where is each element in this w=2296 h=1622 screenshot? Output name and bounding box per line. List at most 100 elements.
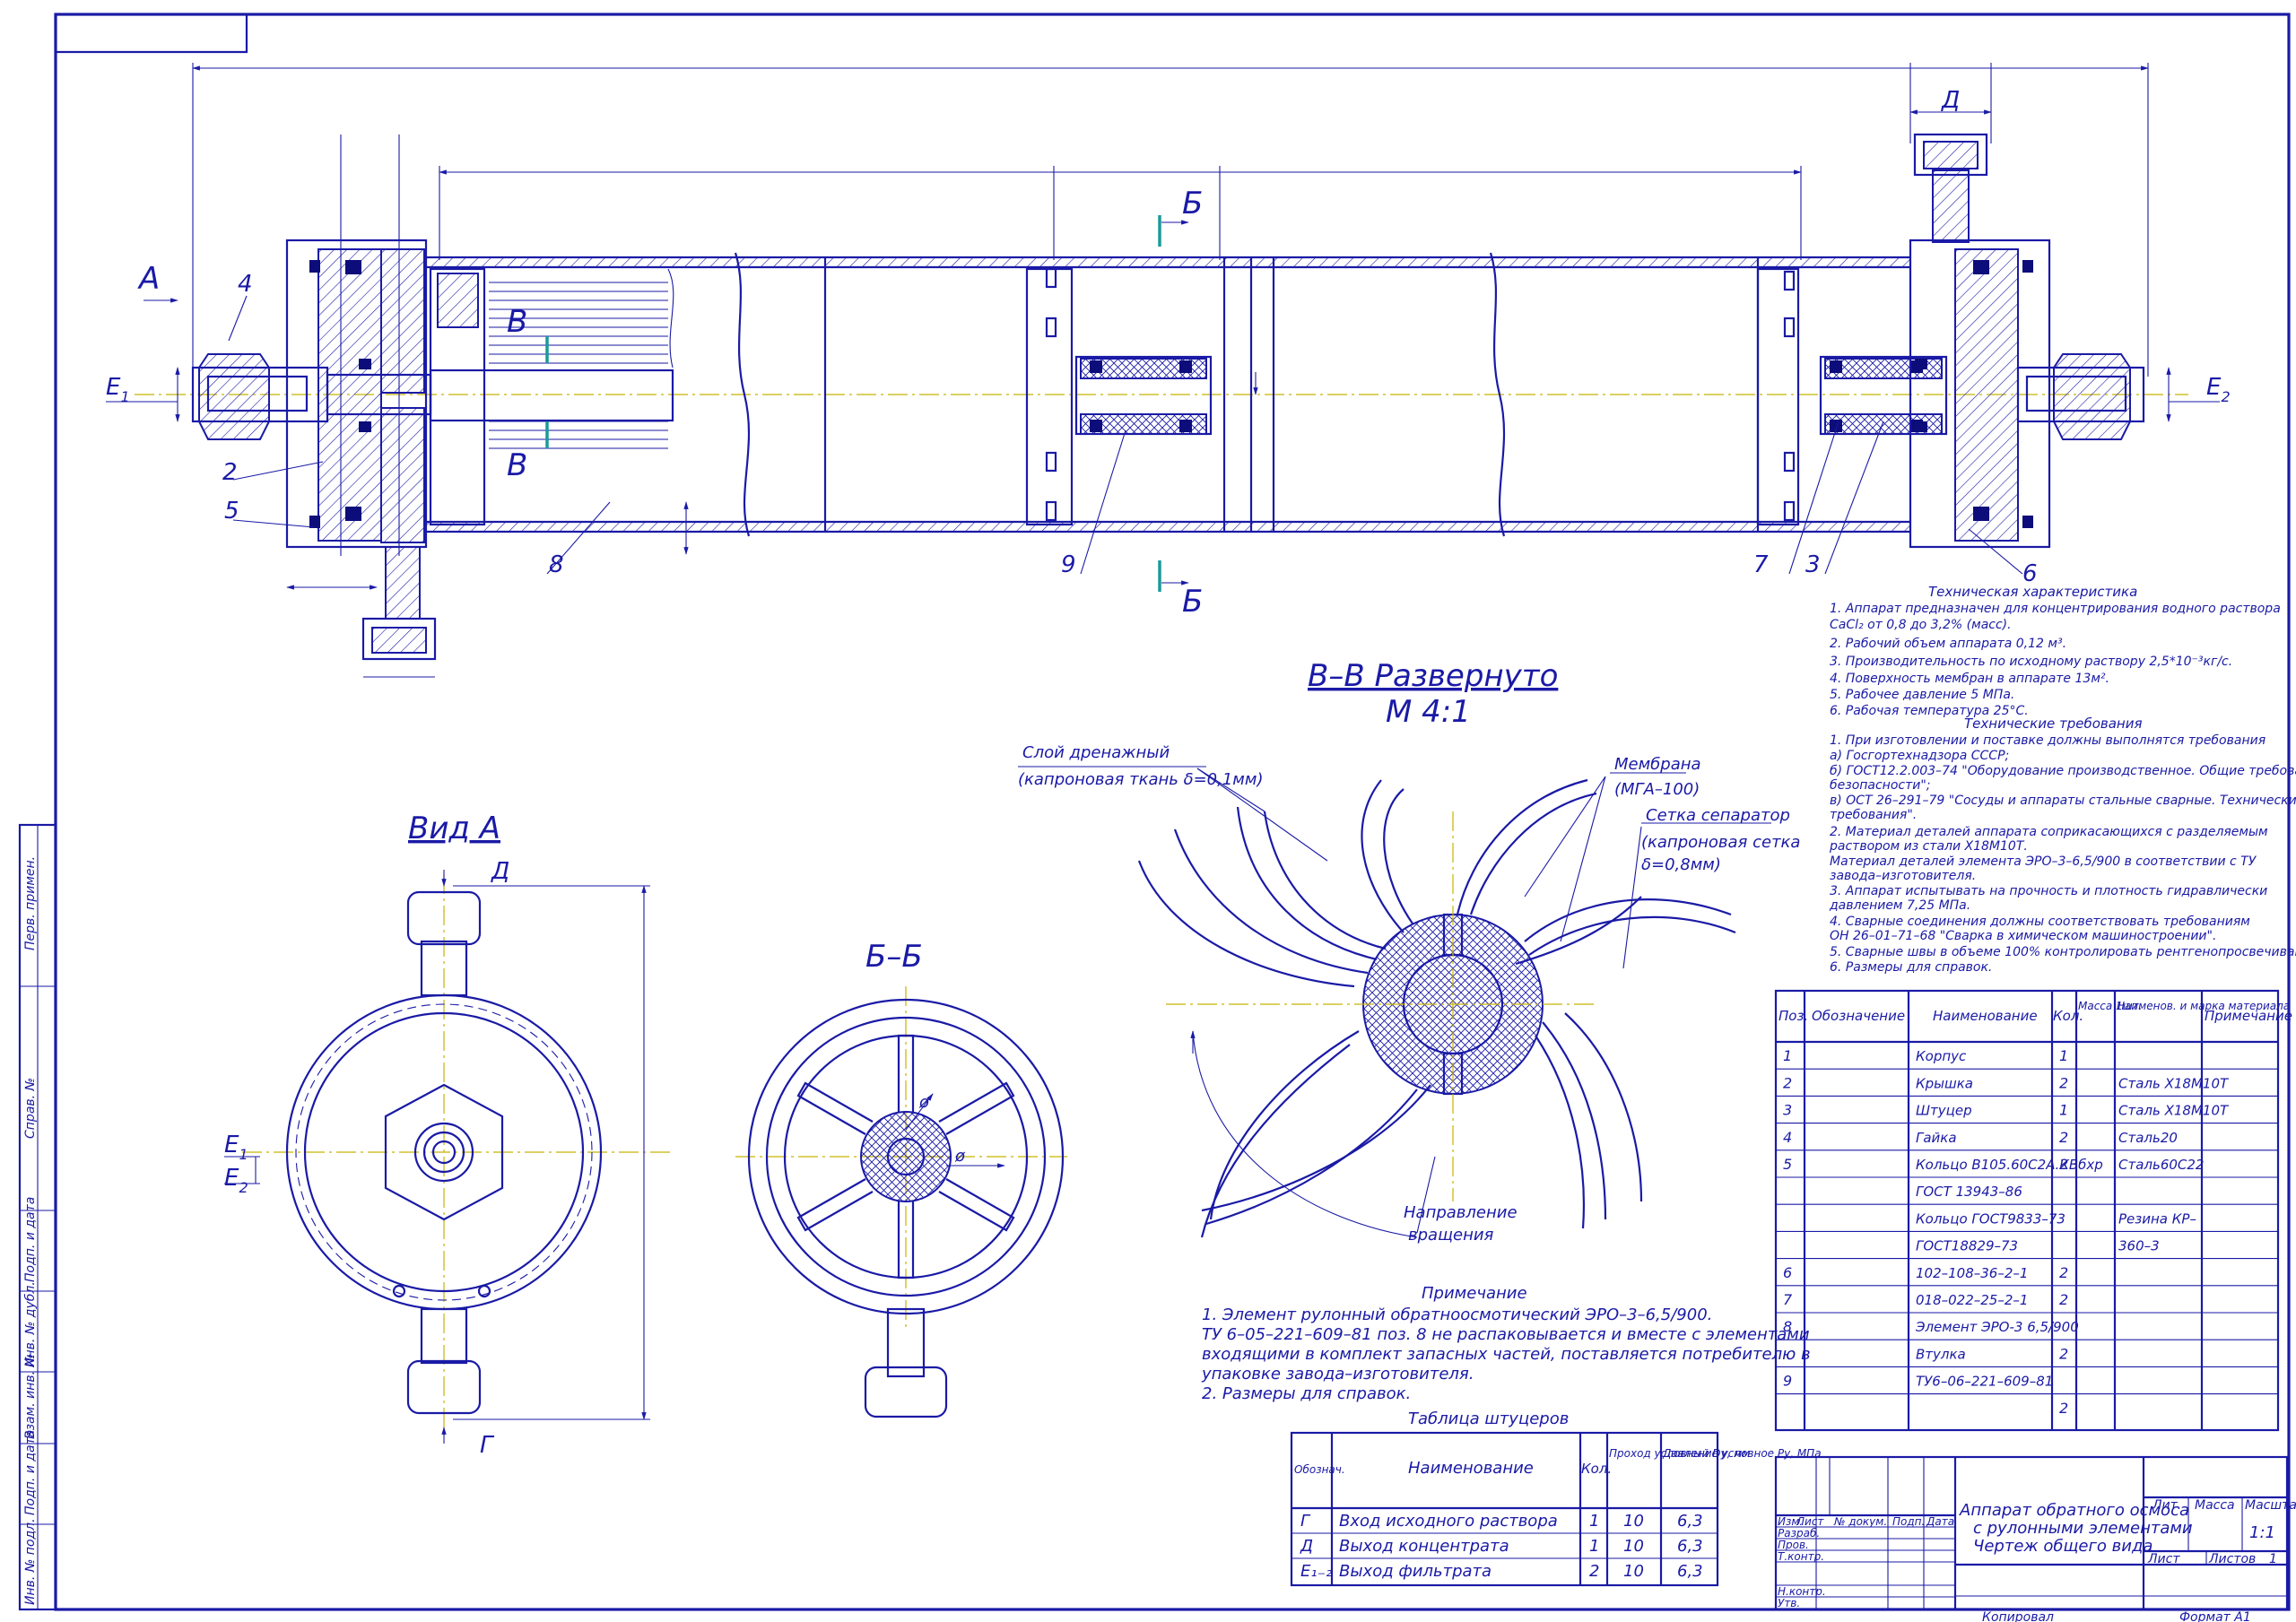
tb-copied: Копировал (1982, 1610, 2054, 1622)
spec-table: Поз. Обозначение Наименование Кол. Масса… (1774, 989, 2292, 1432)
bb-dia-2: ø (954, 1147, 966, 1166)
tech-char-line-5: 4. Поверхность мембран в аппарате 13м². (1830, 672, 2109, 686)
spec-cell-r2-c5: Сталь Х18М10Т (2118, 1103, 2230, 1119)
nozzle-cell-r0-c4: 6,3 (1677, 1512, 1703, 1531)
spec-cell-r13-c3: 2 (2059, 1400, 2068, 1417)
stamp-vzam: Взам. инв. № (23, 1354, 38, 1439)
spec-cell-r3-c2: Гайка (1916, 1130, 1957, 1146)
nozzle-cell-r1-c1: Выход концентрата (1339, 1537, 1509, 1556)
stamp-podp-1: Подп. и дата (23, 1197, 38, 1282)
nozzle-title: Таблица штуцеров (1408, 1409, 1569, 1428)
tech-req-line-9: Материал деталей элемента ЭРО–3–6,5/900 … (1830, 854, 2257, 869)
tb-list-col: Лист (1796, 1515, 1824, 1528)
pos-7: 7 (1753, 551, 1769, 578)
tb-name-2: с рулонными элементами (1973, 1519, 2193, 1538)
spec-cell-r5-c2: ГОСТ 13943–86 (1916, 1184, 2022, 1200)
section-bb-title: Б–Б (865, 939, 923, 975)
spec-h-prim: Примечание (2205, 1008, 2292, 1024)
spec-cell-r12-c0: 9 (1783, 1373, 1792, 1390)
note-title: Примечание (1422, 1284, 1527, 1303)
spec-cell-r9-c2: 018–022–25–2–1 (1916, 1292, 2028, 1308)
section-vv: В–В Развернуто М 4:1 Слой дренажный (кап… (1018, 658, 1800, 1245)
label-b-bottom: Б (1182, 584, 1203, 620)
tb-list: Лист (2147, 1552, 2180, 1566)
tech-req-line-3: б) ГОСТ12.2.003–74 "Оборудование произво… (1830, 764, 2296, 778)
tech-req-line-15: 5. Сварные швы в объеме 100% контролиров… (1830, 945, 2296, 959)
label-e1: E1 (106, 374, 130, 405)
nozzle-cell-r0-c1: Вход исходного раствора (1339, 1512, 1558, 1531)
stamp-sprav: Справ. № (23, 1078, 38, 1139)
spec-cell-r0-c2: Корпус (1916, 1048, 1967, 1064)
spec-cell-r4-c2: Кольцо В105.60С2А.КВбхр (1916, 1157, 2103, 1173)
view-a-e1: E1 (224, 1132, 248, 1163)
spec-cell-r1-c5: Сталь Х18М10Т (2118, 1075, 2230, 1091)
tb-podp: Подп. (1892, 1515, 1925, 1528)
spec-cell-r8-c3: 2 (2059, 1264, 2068, 1281)
tech-req-line-8: раствором из стали Х18М10Т. (1829, 839, 2028, 854)
nozzle-cell-r1-c2: 1 (1589, 1537, 1599, 1556)
spec-cell-r1-c0: 2 (1783, 1074, 1792, 1091)
nozzle-table: Таблица штуцеров Обознач. Наименование К… (1290, 1409, 1822, 1587)
spec-cell-r2-c0: 3 (1783, 1102, 1792, 1119)
nozzle-cell-r1-c4: 6,3 (1677, 1537, 1703, 1556)
stamp-inv-podl: Инв. № подл. (23, 1518, 38, 1605)
spec-h-oboz: Обозначение (1812, 1008, 1905, 1024)
tb-razrab: Разраб. (1778, 1527, 1820, 1540)
nozzle-cell-r2-c2: 2 (1589, 1562, 1599, 1581)
spec-cell-r3-c3: 2 (2059, 1129, 2068, 1146)
nozzle-cell-r0-c0: Г (1300, 1512, 1311, 1531)
label-d-top: Д (1941, 87, 1960, 114)
separator-label-1: Сетка сепаратор (1646, 806, 1790, 825)
note-line-5: 2. Размеры для справок. (1202, 1384, 1411, 1403)
pos-8: 8 (549, 551, 564, 578)
spec-cell-r6-c2: Кольцо ГОСТ9833–73 (1916, 1210, 2066, 1227)
separator-label-2: (капроновая сетка (1641, 833, 1800, 852)
spec-cell-r10-c0: 8 (1783, 1318, 1792, 1335)
nozzle-cell-r0-c3: 10 (1623, 1512, 1644, 1531)
tech-char-line-6: 5. Рабочее давление 5 МПа. (1830, 688, 2014, 702)
tech-req-line-14: ОН 26–01–71–68 "Сварка в химическом маши… (1830, 929, 2216, 943)
bb-dia-1: ø (918, 1093, 930, 1112)
pos-9: 9 (1061, 551, 1076, 578)
view-a-title: Вид А (408, 811, 500, 846)
spec-cell-r9-c3: 2 (2059, 1291, 2068, 1308)
spec-cell-r2-c3: 1 (2059, 1102, 2068, 1119)
tb-format: Формат А1 (2179, 1610, 2251, 1622)
tech-char-line-1: 1. Аппарат предназначен для концентриров… (1830, 602, 2281, 616)
spec-cell-r12-c2: ТУ6–06–221–609–81 (1916, 1374, 2053, 1390)
spec-cell-r0-c0: 1 (1783, 1047, 1792, 1064)
stamp-podp-2: Подп. и дата (23, 1430, 38, 1515)
membrane-label-2: (МГА–100) (1614, 780, 1700, 799)
drawing-sheet: Перв. примен. Справ. № Подп. и дата Инв.… (18, 13, 2296, 1622)
tech-req-line-2: а) Госгортехнадзора СССР; (1830, 749, 2009, 763)
pos-4: 4 (238, 271, 253, 298)
tech-req-line-13: 4. Сварные соединения должны соответство… (1830, 915, 2250, 929)
tb-doc: № докум. (1833, 1515, 1887, 1528)
tech-req-line-12: давлением 7,25 МПа. (1829, 898, 1970, 913)
spec-cell-r0-c3: 1 (2059, 1047, 2068, 1064)
tech-char-line-2: CaCl₂ от 0,8 до 3,2% (масс). (1830, 618, 2012, 632)
tech-req-line-11: 3. Аппарат испытывать на прочность и пло… (1830, 884, 2267, 898)
view-a-e2: E2 (224, 1165, 248, 1196)
spec-cell-r11-c3: 2 (2059, 1345, 2068, 1362)
nozzle-cell-r2-c4: 6,3 (1677, 1562, 1703, 1581)
spec-cell-r8-c0: 6 (1783, 1264, 1792, 1281)
title-block: Аппарат обратного осмоса с рулонными эле… (1774, 1455, 2296, 1622)
spec-cell-r3-c5: Сталь20 (2118, 1130, 2178, 1146)
spec-cell-r8-c2: 102–108–36–2–1 (1916, 1265, 2028, 1281)
nozzle-cell-r0-c2: 1 (1589, 1512, 1599, 1531)
nozzle-h-0: Обознач. (1294, 1463, 1345, 1476)
membrane-label-1: Мембрана (1614, 755, 1701, 774)
tech-req-line-10: завода–изготовителя. (1830, 869, 1976, 883)
tech-req-line-6: требования". (1830, 808, 1917, 822)
pos-3: 3 (1805, 551, 1821, 578)
tb-utv: Утв. (1778, 1597, 1800, 1609)
spec-h-name: Наименование (1933, 1008, 2038, 1024)
tb-tkontr: Т.контр. (1778, 1550, 1824, 1563)
label-arrow-a: А (137, 261, 160, 297)
nozzle-cell-r2-c3: 10 (1623, 1562, 1644, 1581)
note-line-3: входящими в комплект запасных частей, по… (1202, 1345, 1811, 1364)
spec-cell-r11-c2: Втулка (1916, 1346, 1966, 1362)
tech-char-title: Техническая характеристика (1928, 584, 2137, 600)
tb-name-3: Чертеж общего вида (1973, 1537, 2152, 1556)
